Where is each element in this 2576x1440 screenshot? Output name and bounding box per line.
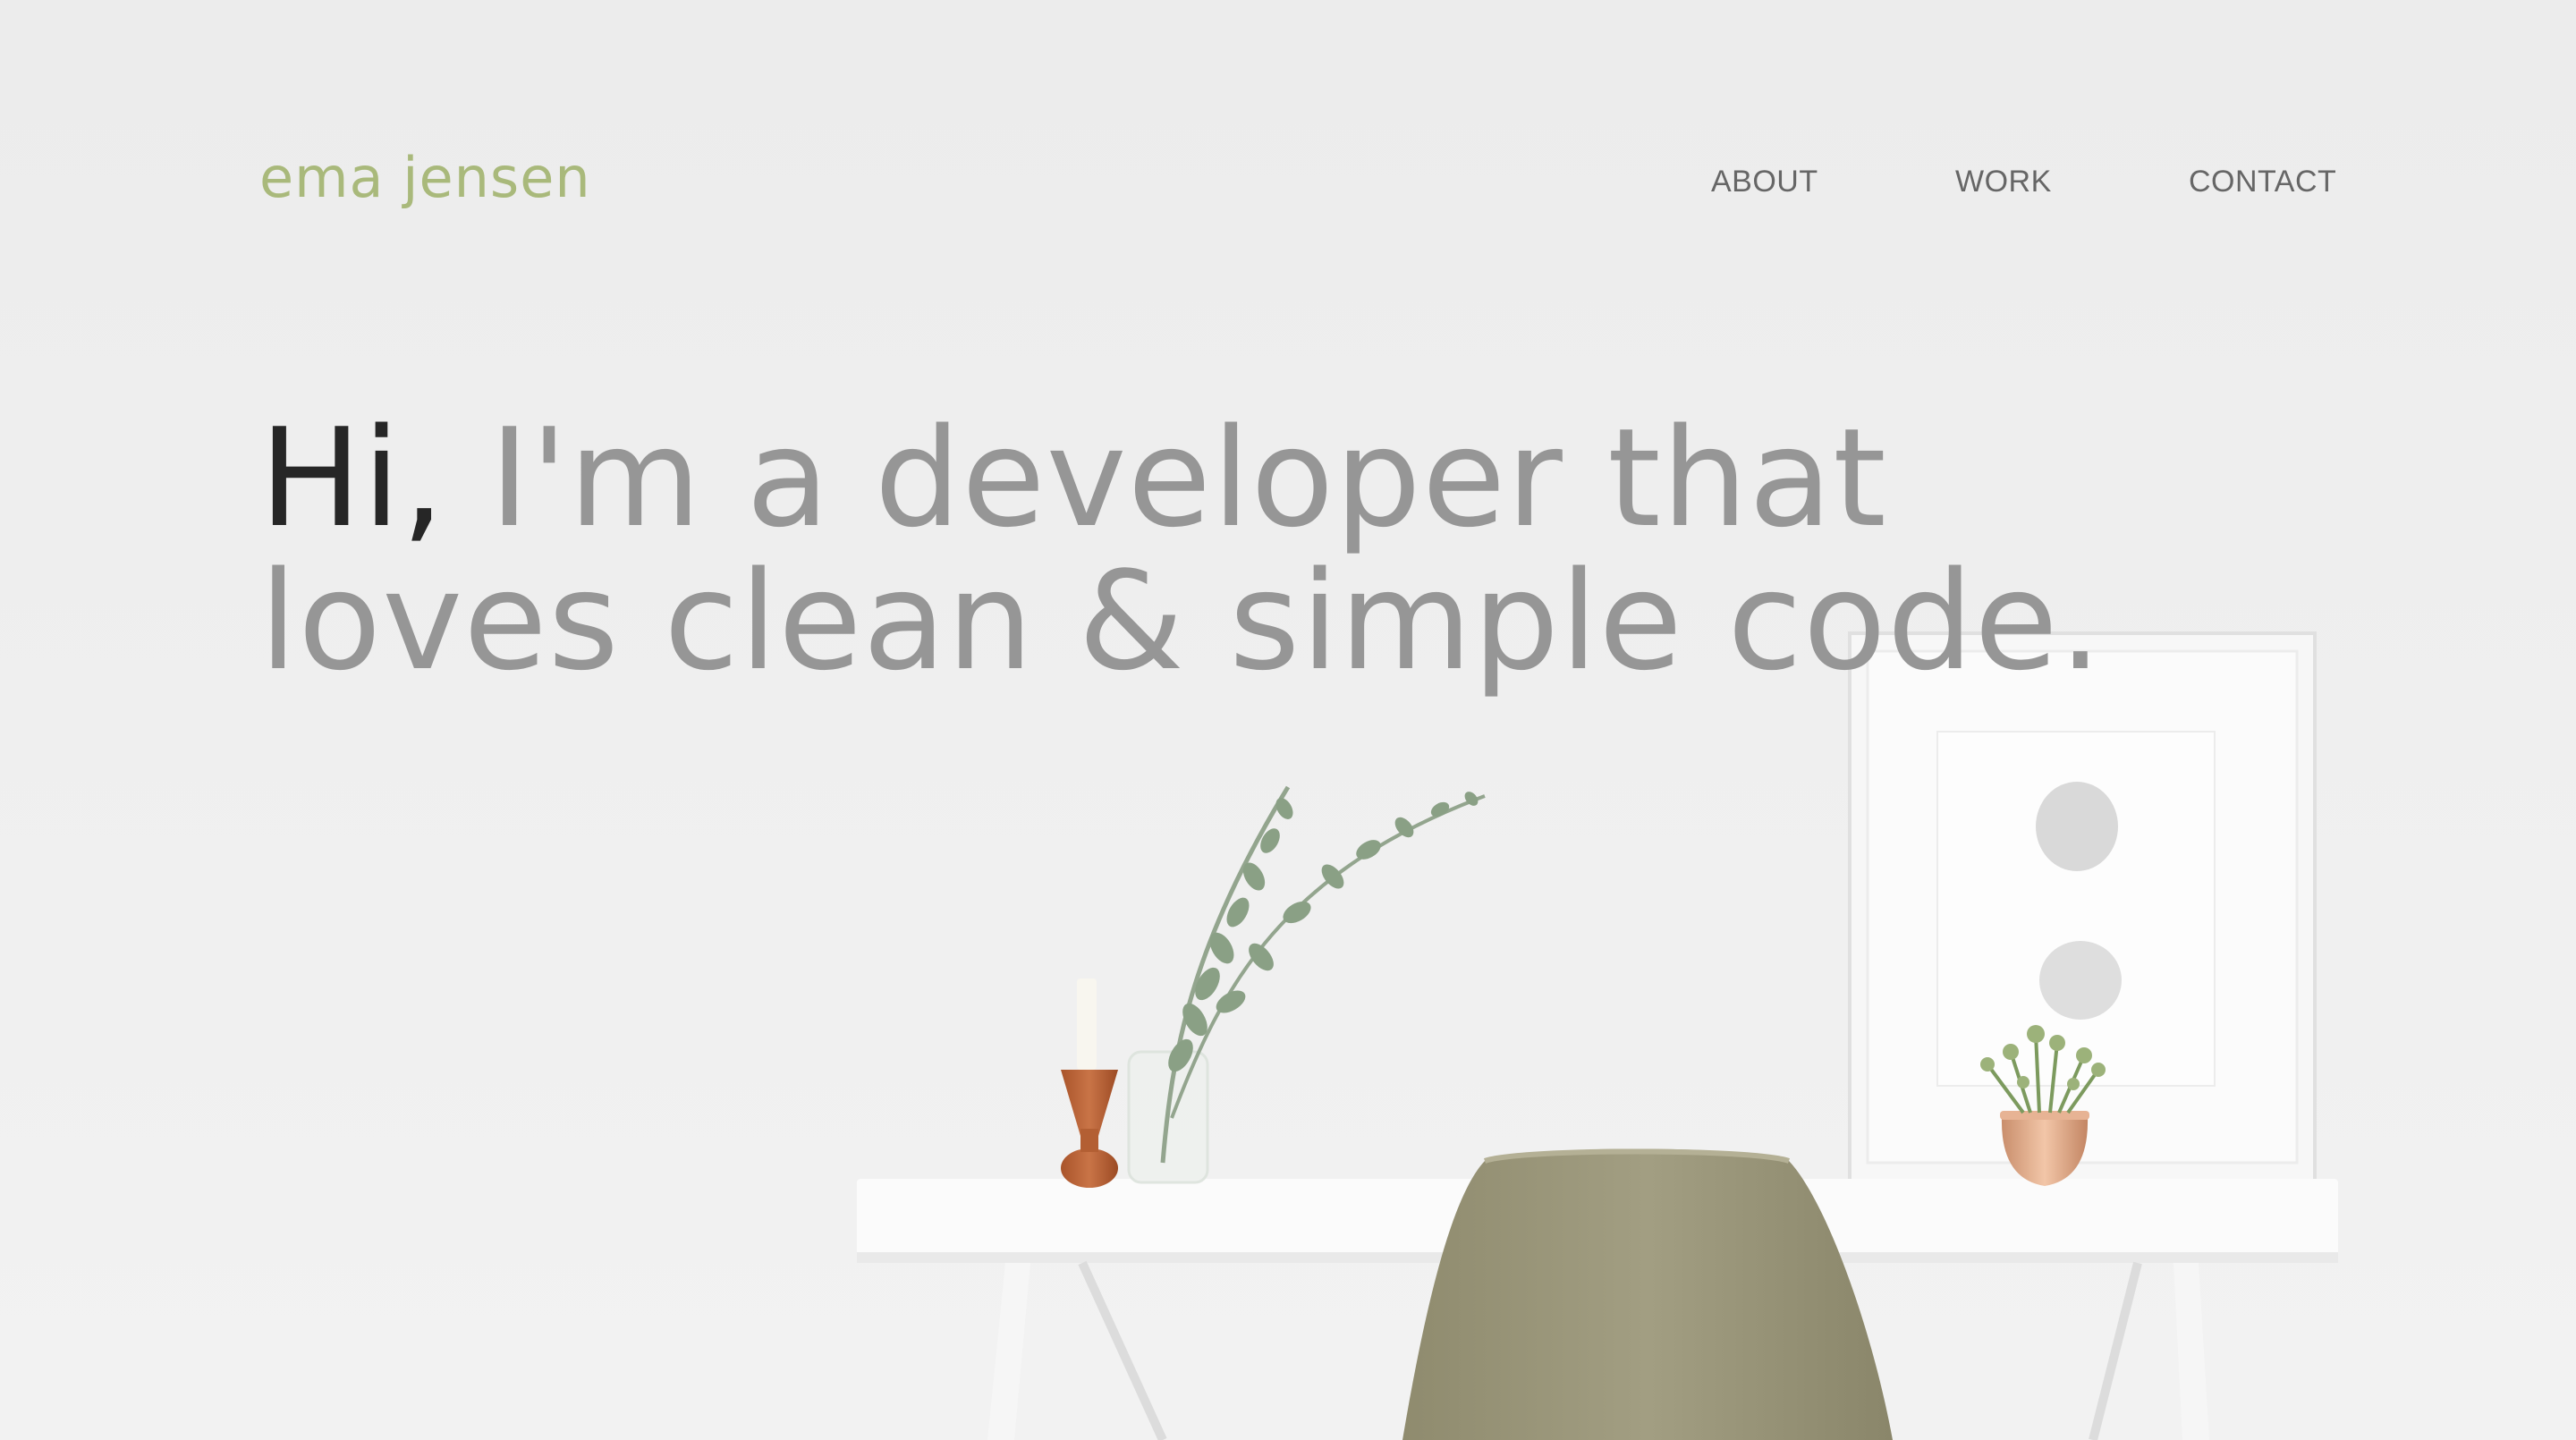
hero-line-2: loves clean & simple code.	[259, 542, 2104, 700]
nav-link-about[interactable]: ABOUT	[1711, 166, 1818, 197]
main-nav: ABOUT WORK CONTACT	[0, 166, 2576, 211]
hero-greeting: Hi,	[259, 399, 445, 557]
nav-link-contact[interactable]: CONTACT	[2189, 166, 2336, 197]
frame-icon	[1848, 631, 2317, 1182]
site-header: ema jensen ABOUT WORK CONTACT	[0, 0, 2576, 268]
nav-link-work[interactable]: WORK	[1955, 166, 2052, 197]
hero-headline: Hi, I'm a developer that loves clean & s…	[259, 407, 2317, 693]
hero-line-1-text: I'm a developer that	[489, 399, 1887, 557]
hero-line-1: Hi, I'm a developer that	[259, 407, 2317, 550]
page: ema jensen ABOUT WORK CONTACT Hi, I'm a …	[0, 0, 2576, 1440]
